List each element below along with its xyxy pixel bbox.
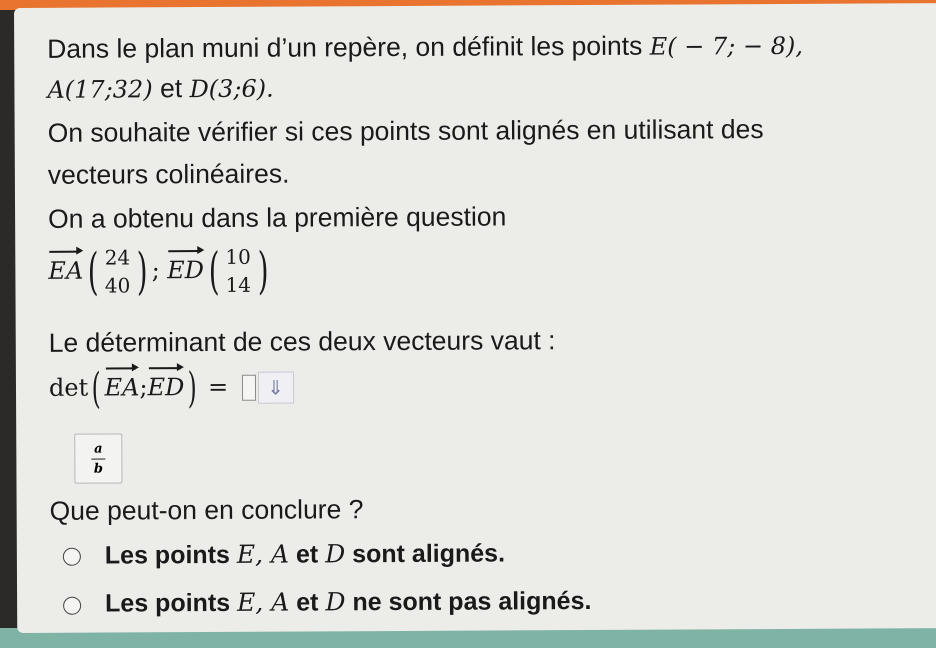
points-line: A(17;32) et D(3;6). xyxy=(47,73,273,105)
et-word: et xyxy=(159,73,183,104)
option-et: et xyxy=(295,540,319,569)
vectors-line: EA(24 40); ED(10 14) xyxy=(48,241,272,301)
option-suffix: sont alignés. xyxy=(352,539,506,569)
determinant-text: Le déterminant de ces deux vecteurs vaut… xyxy=(48,325,556,358)
vector-ea-x: 24 xyxy=(104,245,131,270)
option-not-aligned-radio[interactable] xyxy=(63,596,82,615)
fraction-button[interactable]: a b xyxy=(74,433,123,484)
paren-open: ( xyxy=(87,242,99,301)
paren-close: ) xyxy=(136,242,148,301)
paren-open: ( xyxy=(91,363,102,413)
option-et: et xyxy=(296,588,319,617)
det-word: det xyxy=(48,373,89,402)
point-a: A(17;32) xyxy=(47,75,153,104)
vector-ed-y: 14 xyxy=(225,272,252,297)
vector-ed-coords: 10 14 xyxy=(223,243,253,299)
option-last-letter: D xyxy=(325,587,346,617)
determinant-expression: det(EA;ED) = ⇓ xyxy=(48,363,294,413)
exercise-panel: Dans le plan muni d’un repère, on défini… xyxy=(14,3,936,633)
double-down-arrow-icon[interactable]: ⇓ xyxy=(257,371,294,404)
answer-input[interactable] xyxy=(241,374,256,401)
fraction-bar xyxy=(91,458,106,460)
first-question-text: On a obtenu dans la première question xyxy=(48,201,507,234)
det-vector-ea: EA xyxy=(104,373,140,402)
fraction-denominator: b xyxy=(93,461,103,477)
option-aligned-radio[interactable] xyxy=(62,547,81,566)
goal-line-1: On souhaite vérifier si ces points sont … xyxy=(47,114,764,148)
option-aligned-label[interactable]: Les points E, A et D sont alignés. xyxy=(105,538,505,570)
point-d: D(3;6). xyxy=(189,74,274,104)
equals-sign: = xyxy=(208,372,229,401)
fraction-numerator: a xyxy=(94,441,103,457)
goal-line-2: vecteurs colinéaires. xyxy=(47,158,290,190)
vector-ea-y: 40 xyxy=(104,273,131,298)
option-letters: E, A xyxy=(237,587,290,617)
vector-ea-coords: 24 40 xyxy=(103,243,133,299)
point-e: E( − 7; − 8), xyxy=(649,31,804,61)
det-vector-ed: ED xyxy=(147,373,185,402)
option-not-aligned-label[interactable]: Les points E, A et D ne sont pas alignés… xyxy=(105,586,591,619)
vector-separator: ; xyxy=(151,256,160,285)
option-prefix: Les points xyxy=(105,588,231,618)
vector-ed-x: 10 xyxy=(225,244,251,269)
conclusion-question: Que peut-on en conclure ? xyxy=(49,494,364,526)
vector-ed-name: ED xyxy=(167,256,205,285)
option-suffix: ne sont pas alignés. xyxy=(352,586,592,617)
vector-ea-name: EA xyxy=(48,256,84,285)
paren-open: ( xyxy=(208,241,220,300)
paren-close: ) xyxy=(187,363,198,413)
option-prefix: Les points xyxy=(104,540,230,570)
det-semicolon: ; xyxy=(139,373,148,402)
option-last-letter: D xyxy=(325,539,346,569)
paren-close: ) xyxy=(257,241,269,300)
intro-text: Dans le plan muni d’un repère, on défini… xyxy=(47,30,643,64)
option-letters: E, A xyxy=(236,539,290,569)
intro-line: Dans le plan muni d’un repère, on défini… xyxy=(47,30,803,65)
